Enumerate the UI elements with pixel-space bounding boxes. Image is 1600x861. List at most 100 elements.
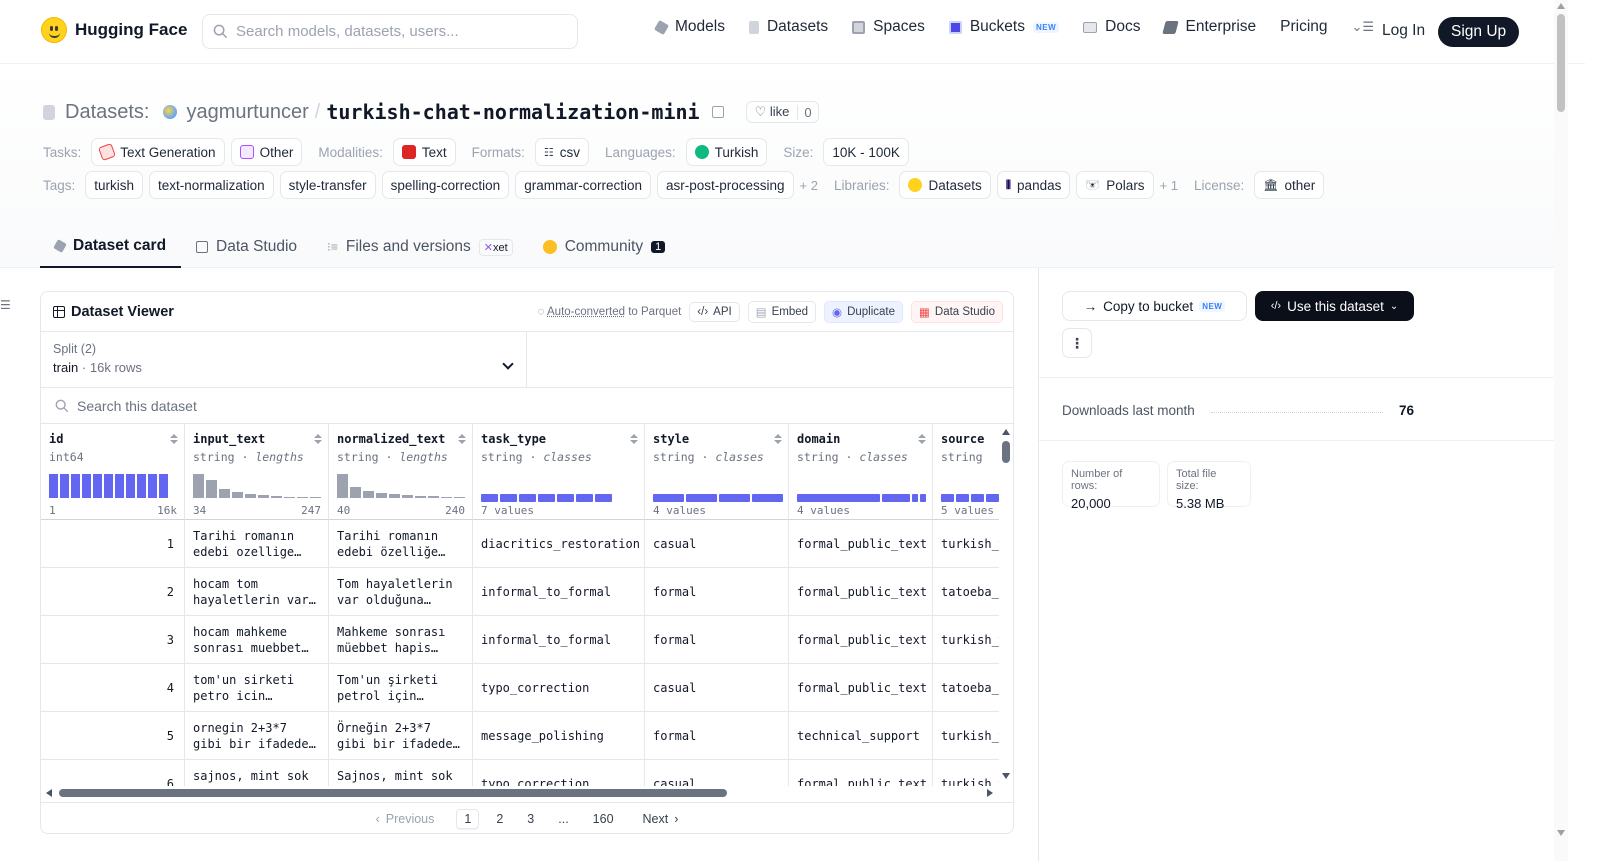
column-header[interactable]: source string 5 values [933, 424, 999, 520]
next-page-button[interactable]: Next › [631, 812, 691, 826]
table-cell[interactable]: Tom hayaletlerin var olduğuna… [329, 568, 473, 616]
table-cell[interactable]: typo_correction [473, 664, 645, 712]
tab-files-and-versions[interactable]: ⁝≡ Files and versions ✕xet [312, 226, 528, 268]
dataset-search[interactable] [41, 388, 1013, 424]
dataset-search-input[interactable] [77, 397, 677, 414]
repo-name[interactable]: turkish-chat-normalization-mini [326, 100, 699, 124]
section-label[interactable]: Datasets: [65, 101, 149, 124]
api-button[interactable]: ‹/› API [689, 302, 740, 322]
table-row[interactable]: 5 ornegin 2+3*7 gibi bir ifadede once… Örn… [41, 712, 999, 760]
sort-icon[interactable] [458, 434, 466, 444]
table-cell[interactable]: formal_public_text [789, 568, 933, 616]
table-cell[interactable]: 5 [41, 712, 185, 760]
table-cell[interactable]: Tom'un şirketi petrol için sonda… [329, 664, 473, 712]
scroll-down-arrow-icon[interactable] [1002, 773, 1010, 779]
scroll-up-arrow-icon[interactable] [1557, 3, 1565, 9]
table-cell[interactable]: formal_public_text [789, 664, 933, 712]
column-header[interactable]: id int64 1 16k [41, 424, 185, 520]
more-options-icon[interactable]: ⋮ [1062, 328, 1092, 358]
table-hscroll-thumb[interactable] [59, 789, 727, 797]
sort-icon[interactable] [170, 434, 178, 444]
like-button[interactable]: ♡ like 0 [745, 101, 819, 123]
table-cell[interactable]: formal [645, 712, 789, 760]
tag-chip[interactable]: spelling-correction [381, 171, 510, 199]
scroll-down-arrow-icon[interactable] [1557, 830, 1565, 836]
table-cell[interactable]: informal_to_formal [473, 568, 645, 616]
page-button[interactable]: 1 [456, 808, 480, 829]
library-chip-pandas[interactable]: ⦀ pandas [996, 171, 1071, 199]
table-row[interactable]: 2 hocam tom hayaletlerin var… Tom hayaletl… [41, 568, 999, 616]
table-cell[interactable]: formal_public_text [789, 760, 933, 786]
table-cell[interactable]: formal_public_text [789, 520, 933, 568]
signup-button[interactable]: Sign Up [1438, 17, 1520, 47]
table-cell[interactable]: turkish_w [933, 760, 999, 786]
table-cell[interactable]: casual [645, 520, 789, 568]
table-cell[interactable]: 6 [41, 760, 185, 786]
license-chip[interactable]: 🏛 other [1254, 171, 1325, 199]
table-cell[interactable]: 1 [41, 520, 185, 568]
nav-pricing[interactable]: Pricing [1280, 18, 1327, 36]
libraries-more[interactable]: + 1 [1160, 178, 1178, 193]
nav-spaces[interactable]: Spaces [852, 18, 925, 36]
global-search[interactable] [202, 14, 578, 49]
use-this-dataset-button[interactable]: ‹/› Use this dataset ⌄ [1255, 291, 1414, 321]
nav-enterprise[interactable]: Enterprise [1162, 18, 1256, 36]
table-cell[interactable]: formal_public_text [789, 616, 933, 664]
table-cell[interactable]: casual [645, 760, 789, 786]
embed-button[interactable]: ▤ Embed [747, 301, 817, 323]
previous-page-button[interactable]: ‹ Previous [364, 812, 447, 826]
data-studio-button[interactable]: ▦ Data Studio [911, 301, 1003, 323]
table-cell[interactable]: diacritics_restoration [473, 520, 645, 568]
table-cell[interactable]: formal [645, 616, 789, 664]
library-chip-polars[interactable]: 🐻‍❄️ Polars [1076, 171, 1154, 199]
copy-icon[interactable] [711, 106, 724, 118]
table-cell[interactable]: sajnos, mint sok [185, 760, 329, 786]
copy-to-bucket-button[interactable]: → Copy to bucket NEW [1062, 291, 1247, 321]
column-header[interactable]: input_text string · lengths 34 247 [185, 424, 329, 520]
scroll-up-arrow-icon[interactable] [1002, 429, 1010, 435]
table-vscroll-thumb[interactable] [1002, 441, 1010, 463]
scroll-right-arrow-icon[interactable] [987, 789, 993, 797]
table-cell[interactable]: tatoeba_t [933, 664, 999, 712]
more-menu-icon[interactable]: ⌄☰ [1352, 19, 1375, 35]
column-header[interactable]: task_type string · classes 7 values [473, 424, 645, 520]
table-cell[interactable]: 2 [41, 568, 185, 616]
table-cell[interactable]: formal [645, 568, 789, 616]
library-chip-datasets[interactable]: Datasets [899, 171, 991, 199]
page-button[interactable]: 2 [489, 810, 510, 828]
tab-community[interactable]: Community 1 [528, 226, 681, 268]
table-cell[interactable]: turkish_w [933, 712, 999, 760]
column-header[interactable]: normalized_text string · lengths 40 240 [329, 424, 473, 520]
table-cell[interactable]: turkish_w [933, 520, 999, 568]
table-vertical-scrollbar[interactable] [999, 424, 1013, 786]
task-chip-text-generation[interactable]: Text Generation [91, 138, 225, 166]
table-cell[interactable]: turkish_w [933, 616, 999, 664]
scroll-left-arrow-icon[interactable] [46, 789, 52, 797]
table-cell[interactable]: 3 [41, 616, 185, 664]
modality-chip-text[interactable]: Text [392, 138, 456, 166]
tag-chip[interactable]: grammar-correction [515, 171, 651, 199]
table-cell[interactable]: Tarihi romanın edebi özelliğe… [329, 520, 473, 568]
table-row[interactable]: 1 Tarihi romanın edebi ozellige… Tarihi ro… [41, 520, 999, 568]
sort-icon[interactable] [774, 434, 782, 444]
tags-more[interactable]: + 2 [800, 178, 818, 193]
tag-chip[interactable]: asr-post-processing [656, 171, 794, 199]
table-cell[interactable]: Tarihi romanın edebi ozellige… [185, 520, 329, 568]
table-row[interactable]: 3 hocam mahkeme sonrası muebbet… Mahkeme s… [41, 616, 999, 664]
page-button[interactable]: 3 [520, 810, 541, 828]
table-cell[interactable]: typo_correction [473, 760, 645, 786]
tag-chip[interactable]: turkish [85, 171, 144, 199]
nav-datasets[interactable]: Datasets [748, 18, 828, 36]
table-cell[interactable]: hocam mahkeme sonrası muebbet… [185, 616, 329, 664]
table-cell[interactable]: casual [645, 664, 789, 712]
auto-converted-link[interactable]: Auto-converted [547, 306, 625, 318]
table-cell[interactable]: ornegin 2+3*7 gibi bir ifadede once… [185, 712, 329, 760]
table-cell[interactable]: tom'un sirketi petro icin sondaj… [185, 664, 329, 712]
nav-buckets[interactable]: Buckets NEW [948, 18, 1060, 36]
sort-icon[interactable] [918, 434, 926, 444]
table-cell[interactable]: message_polishing [473, 712, 645, 760]
login-link[interactable]: Log In [1382, 22, 1425, 40]
tab-dataset-card[interactable]: Dataset card [40, 226, 182, 268]
tag-chip[interactable]: style-transfer [279, 171, 376, 199]
table-cell[interactable]: technical_support [789, 712, 933, 760]
